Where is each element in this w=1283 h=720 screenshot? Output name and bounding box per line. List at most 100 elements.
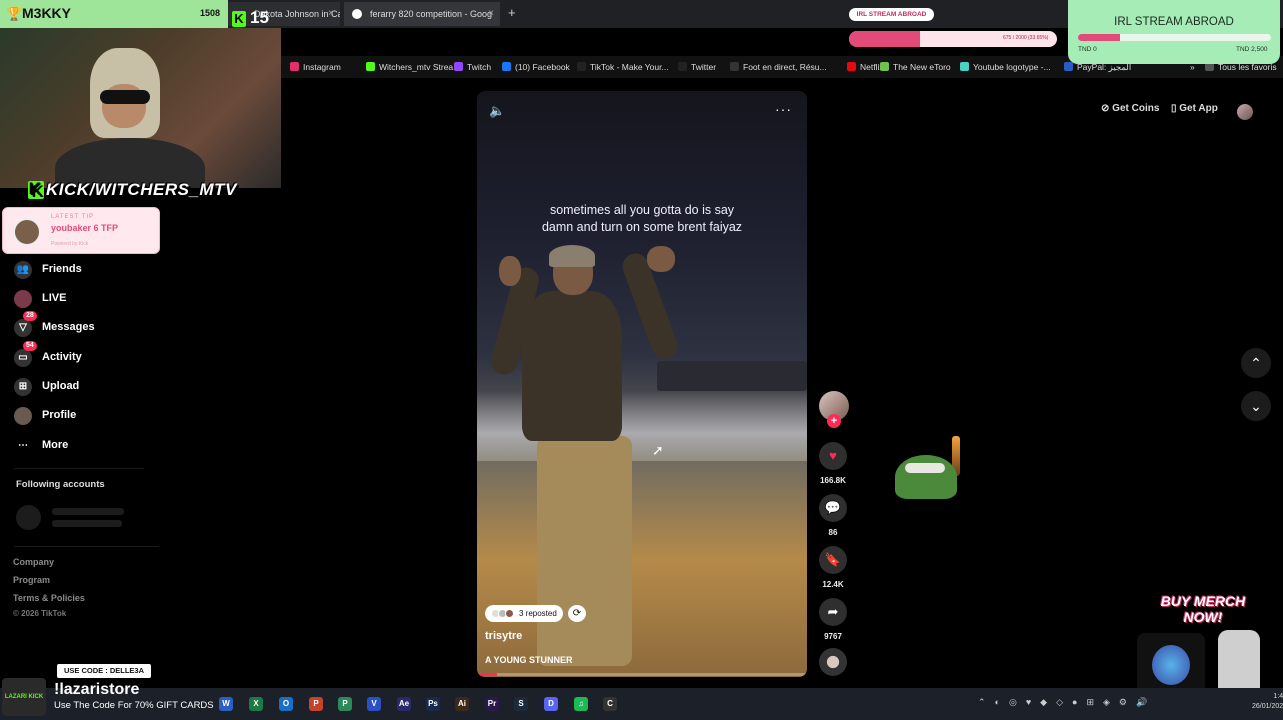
taskbar-app-icon[interactable]: ♫ xyxy=(574,697,588,711)
taskbar-app-icon[interactable]: X xyxy=(249,697,263,711)
video-author[interactable]: trisytre xyxy=(485,630,522,642)
taskbar-app-icon[interactable]: C xyxy=(603,697,617,711)
tab-close-icon[interactable]: × xyxy=(488,2,494,26)
get-app-label: Get App xyxy=(1179,103,1218,114)
bookmark-item[interactable]: Netflix xyxy=(847,60,884,74)
google-icon xyxy=(352,9,362,19)
bookmark-item[interactable]: TikTok - Make Your... xyxy=(577,60,669,74)
following-accounts-title: Following accounts xyxy=(16,479,105,490)
tipper-avatar xyxy=(13,218,41,246)
share-icon[interactable]: ➦ xyxy=(819,598,847,626)
tray-time: 1:45 xyxy=(1273,693,1283,700)
tip-text: youbaker 6 TFP xyxy=(51,223,119,233)
viewer-count: 1508 xyxy=(200,8,221,18)
sidebar-divider xyxy=(14,468,144,469)
bookmark-label: Instagram xyxy=(303,62,341,72)
taskbar-app-icon[interactable]: Ae xyxy=(397,697,411,711)
bookmark-favicon-icon xyxy=(730,62,739,71)
save-count: 12.4K xyxy=(822,580,844,589)
bookmark-label: Twitch xyxy=(467,62,492,72)
profile-avatar[interactable] xyxy=(1237,104,1253,120)
bookmark-favicon-icon xyxy=(290,62,299,71)
merch-shirt-print xyxy=(1152,645,1190,685)
get-app-button[interactable]: ▯ Get App xyxy=(1171,103,1218,114)
more-options-icon[interactable]: ··· xyxy=(775,101,795,119)
sidebar-item-label: More xyxy=(42,439,69,451)
like-count: 166.8K xyxy=(820,476,846,485)
browser-tab[interactable]: ferarry 820 competition - Goog × xyxy=(344,2,500,26)
previous-video-chevron-up-icon[interactable]: ⌃ xyxy=(1241,348,1271,378)
taskbar-app-icon[interactable]: W xyxy=(219,697,233,711)
taskbar-app-icon[interactable]: D xyxy=(544,697,558,711)
taskbar-app-icon[interactable]: S xyxy=(514,697,528,711)
new-tab-button[interactable]: + xyxy=(508,5,516,20)
bookmark-favicon-icon xyxy=(678,62,687,71)
sidebar-item-label: Friends xyxy=(42,263,82,275)
reposted-pill[interactable]: 3 reposted xyxy=(485,605,563,622)
bookmark-item[interactable]: Foot en direct, Résu... xyxy=(730,60,827,74)
video-progress-fill xyxy=(477,673,497,676)
bookmark-label: Witchers_mtv Strea... xyxy=(379,62,461,72)
bookmark-item[interactable]: Witchers_mtv Strea... xyxy=(366,60,460,74)
bookmark-item[interactable]: Twitch xyxy=(454,60,491,74)
system-tray-icons[interactable]: ⌃◐◎♥◆◇●⊞◈⚙🔊 xyxy=(978,697,1156,708)
bookmark-item[interactable]: (10) Facebook xyxy=(502,60,570,74)
irl-card-bar-fill xyxy=(1078,34,1121,41)
taskbar-app-icon[interactable]: Pr xyxy=(485,697,499,711)
taskbar-app-icon[interactable]: Ai xyxy=(455,697,469,711)
next-video-chevron-down-icon[interactable]: ⌄ xyxy=(1241,391,1271,421)
get-coins-button[interactable]: ⊘ Get Coins xyxy=(1101,103,1159,114)
tray-clock[interactable]: 1:45 26/01/2026 xyxy=(1252,692,1283,712)
irl-goal-card: IRL STREAM ABROAD TND 0 TND 2,500 xyxy=(1068,0,1280,64)
irl-card-bar xyxy=(1078,34,1271,41)
footer-link-company[interactable]: Company xyxy=(13,557,54,567)
bookmark-label: Twitter xyxy=(691,62,717,72)
bookmark-favicon-icon xyxy=(1064,62,1073,71)
bookmark-item[interactable]: Youtube logotype -... xyxy=(960,60,1051,74)
footer-link-program[interactable]: Program xyxy=(13,575,50,585)
follow-plus-icon[interactable]: + xyxy=(827,414,841,428)
comment-icon[interactable]: 💬 xyxy=(819,494,847,522)
music-disc-icon[interactable] xyxy=(819,648,847,676)
video-progress-bar[interactable] xyxy=(477,673,807,676)
latest-tip-widget: LATEST TIP youbaker 6 TFP Powered by Kic… xyxy=(2,207,160,254)
following-skeleton-avatar xyxy=(16,505,41,530)
sidebar-item-label: LIVE xyxy=(42,292,67,304)
bookmark-favicon-icon xyxy=(366,62,375,71)
volume-icon[interactable]: 🔈 xyxy=(489,103,507,121)
irl-card-max: TND 2,500 xyxy=(1236,46,1268,53)
live-icon xyxy=(14,290,32,308)
bookmark-item[interactable]: Twitter xyxy=(678,60,716,74)
dancer-right-hand xyxy=(647,246,675,272)
bookmark-item[interactable]: Instagram xyxy=(290,60,341,74)
taskbar-app-icon[interactable]: P xyxy=(338,697,352,711)
tab-close-icon[interactable]: × xyxy=(328,2,334,26)
bookmark-label: Youtube logotype -... xyxy=(973,62,1051,72)
friends-icon: 👥 xyxy=(14,261,32,279)
tip-title: LATEST TIP xyxy=(51,214,95,220)
upload-icon: ⊞ xyxy=(14,378,32,396)
taskbar-app-icon[interactable]: O xyxy=(279,697,293,711)
tip-powered-by: Powered by Kick xyxy=(51,241,89,247)
bookmark-item[interactable]: The New eToro xyxy=(880,60,951,74)
bookmark-icon[interactable]: 🔖 xyxy=(819,546,847,574)
taskbar-app-icon[interactable]: P xyxy=(309,697,323,711)
notification-badge: 54 xyxy=(23,341,37,351)
dancer-torso xyxy=(522,291,622,441)
comment-count: 86 xyxy=(828,528,838,537)
like-icon[interactable]: ♥ xyxy=(819,442,847,470)
footer-link-terms[interactable]: Terms & Policies xyxy=(13,593,85,603)
repost-icon[interactable]: ⟳ xyxy=(568,605,586,622)
dancer-left-hand xyxy=(499,256,521,286)
repost-avatars xyxy=(491,609,515,618)
activity-icon: ▭ xyxy=(14,349,32,367)
bookmark-favicon-icon xyxy=(880,62,889,71)
tab-title: ferarry 820 competition - Goog xyxy=(370,9,493,19)
taskbar-app-icon[interactable]: Ps xyxy=(426,697,440,711)
bookmark-favicon-icon xyxy=(502,62,511,71)
taskbar-app-icon[interactable]: V xyxy=(367,697,381,711)
sponsor-name: !lazaristore xyxy=(54,681,140,698)
video-player[interactable]: sometimes all you gotta do is say damn a… xyxy=(477,91,807,677)
bookmark-label: TikTok - Make Your... xyxy=(590,62,669,72)
merch-promo-text: BUY MERCH NOW! xyxy=(1160,593,1246,625)
